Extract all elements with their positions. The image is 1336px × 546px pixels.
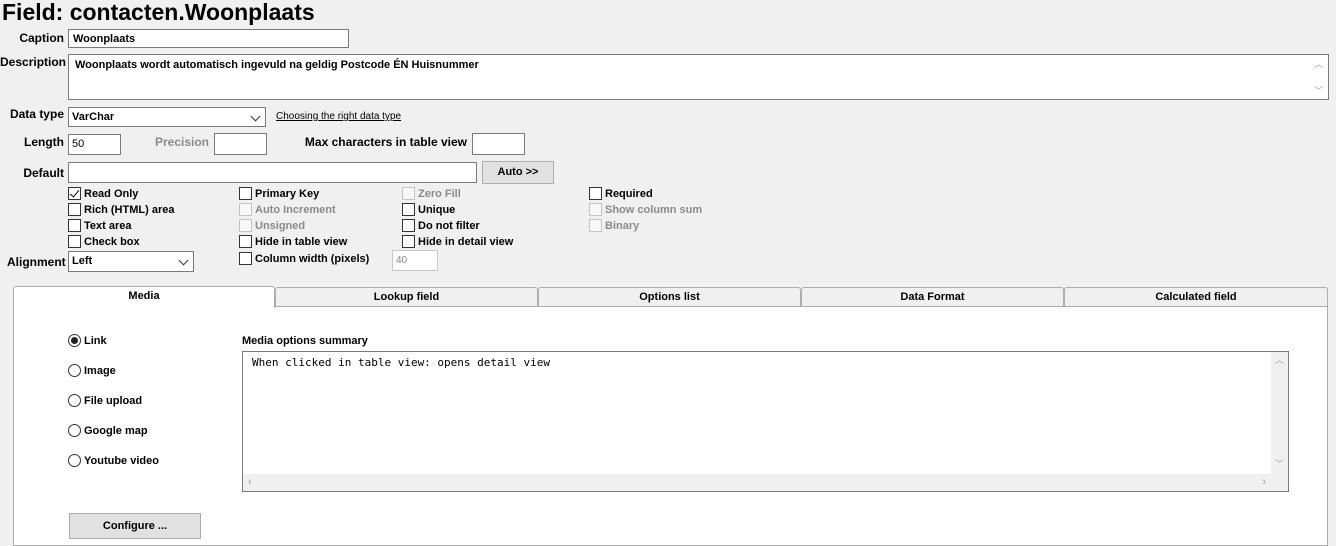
description-text: Woonplaats wordt automatisch ingevuld na… — [75, 59, 479, 71]
hide-detail-view-checkbox[interactable]: Hide in detail view — [402, 235, 513, 248]
tab-lookup-field[interactable]: Lookup field — [275, 287, 538, 307]
choosing-data-type-link[interactable]: Choosing the right data type — [276, 111, 401, 122]
chevron-down-icon — [250, 111, 261, 122]
unsigned-checkbox[interactable]: Unsigned — [239, 219, 305, 232]
media-option-link[interactable]: Link — [68, 334, 107, 347]
caption-label: Caption — [19, 31, 64, 45]
unique-checkbox[interactable]: Unique — [402, 203, 455, 216]
auto-increment-checkbox[interactable]: Auto Increment — [239, 203, 336, 216]
default-label: Default — [23, 166, 64, 180]
default-input[interactable] — [68, 162, 477, 183]
alignment-label: Alignment — [7, 255, 66, 269]
do-not-filter-checkbox[interactable]: Do not filter — [402, 219, 480, 232]
caption-input[interactable]: Woonplaats — [68, 29, 349, 48]
alignment-select[interactable]: Left — [68, 251, 194, 272]
radio-selected-icon — [68, 334, 81, 347]
scroll-down-icon[interactable]: ﹀ — [1314, 87, 1323, 96]
rich-html-checkbox[interactable]: Rich (HTML) area — [68, 203, 174, 216]
scroll-up-icon[interactable]: ︿ — [1314, 60, 1323, 69]
primary-key-checkbox[interactable]: Primary Key — [239, 187, 319, 200]
check-box-checkbox[interactable]: Check box — [68, 235, 140, 248]
show-column-sum-checkbox[interactable]: Show column sum — [589, 203, 702, 216]
media-option-image[interactable]: Image — [68, 364, 116, 377]
data-type-label: Data type — [9, 107, 64, 121]
media-summary-textarea[interactable]: When clicked in table view: opens detail… — [242, 351, 1289, 492]
tab-media[interactable]: Media — [13, 286, 275, 308]
data-type-select[interactable]: VarChar — [68, 107, 266, 127]
description-label: Description — [0, 55, 67, 69]
page-title: Field: contacten.Woonplaats — [2, 0, 315, 25]
max-characters-label: Max characters in table view — [304, 135, 467, 149]
auto-button[interactable]: Auto >> — [482, 161, 554, 184]
max-characters-input[interactable] — [472, 133, 525, 155]
column-width-input[interactable]: 40 — [392, 250, 438, 271]
media-summary-text: When clicked in table view: opens detail… — [252, 356, 551, 369]
media-option-google-map[interactable]: Google map — [68, 424, 148, 437]
tab-calculated-field[interactable]: Calculated field — [1064, 287, 1328, 307]
required-checkbox[interactable]: Required — [589, 187, 653, 200]
zero-fill-checkbox[interactable]: Zero Fill — [402, 187, 461, 200]
binary-checkbox[interactable]: Binary — [589, 219, 639, 232]
length-input[interactable]: 50 — [68, 134, 121, 155]
hide-table-view-checkbox[interactable]: Hide in table view — [239, 235, 347, 248]
tab-data-format[interactable]: Data Format — [801, 287, 1064, 307]
column-width-checkbox[interactable]: Column width (pixels) — [239, 252, 369, 265]
scroll-up-icon[interactable]: ︿ — [1275, 356, 1284, 365]
precision-input[interactable] — [214, 133, 267, 155]
media-option-youtube-video[interactable]: Youtube video — [68, 454, 159, 467]
precision-label: Precision — [154, 135, 209, 149]
alignment-value: Left — [72, 255, 93, 267]
checkbox-checked-icon — [68, 187, 81, 200]
media-summary-label: Media options summary — [242, 335, 368, 347]
scroll-down-icon[interactable]: ﹀ — [1275, 460, 1284, 469]
read-only-checkbox[interactable]: Read Only — [68, 187, 138, 200]
chevron-down-icon — [178, 255, 189, 266]
horizontal-scrollbar[interactable]: ‹ › — [243, 474, 1271, 491]
vertical-scrollbar[interactable]: ︿ ﹀ — [1271, 352, 1288, 474]
media-option-file-upload[interactable]: File upload — [68, 394, 142, 407]
scroll-left-icon[interactable]: ‹ — [248, 477, 252, 488]
text-area-checkbox[interactable]: Text area — [68, 219, 132, 232]
scrollbar-corner — [1271, 474, 1288, 491]
data-type-value: VarChar — [72, 111, 115, 123]
length-label: Length — [24, 135, 64, 149]
scroll-right-icon[interactable]: › — [1262, 477, 1266, 488]
configure-button[interactable]: Configure ... — [69, 513, 201, 539]
description-textarea[interactable]: Woonplaats wordt automatisch ingevuld na… — [68, 54, 1329, 100]
tab-options-list[interactable]: Options list — [538, 287, 801, 307]
